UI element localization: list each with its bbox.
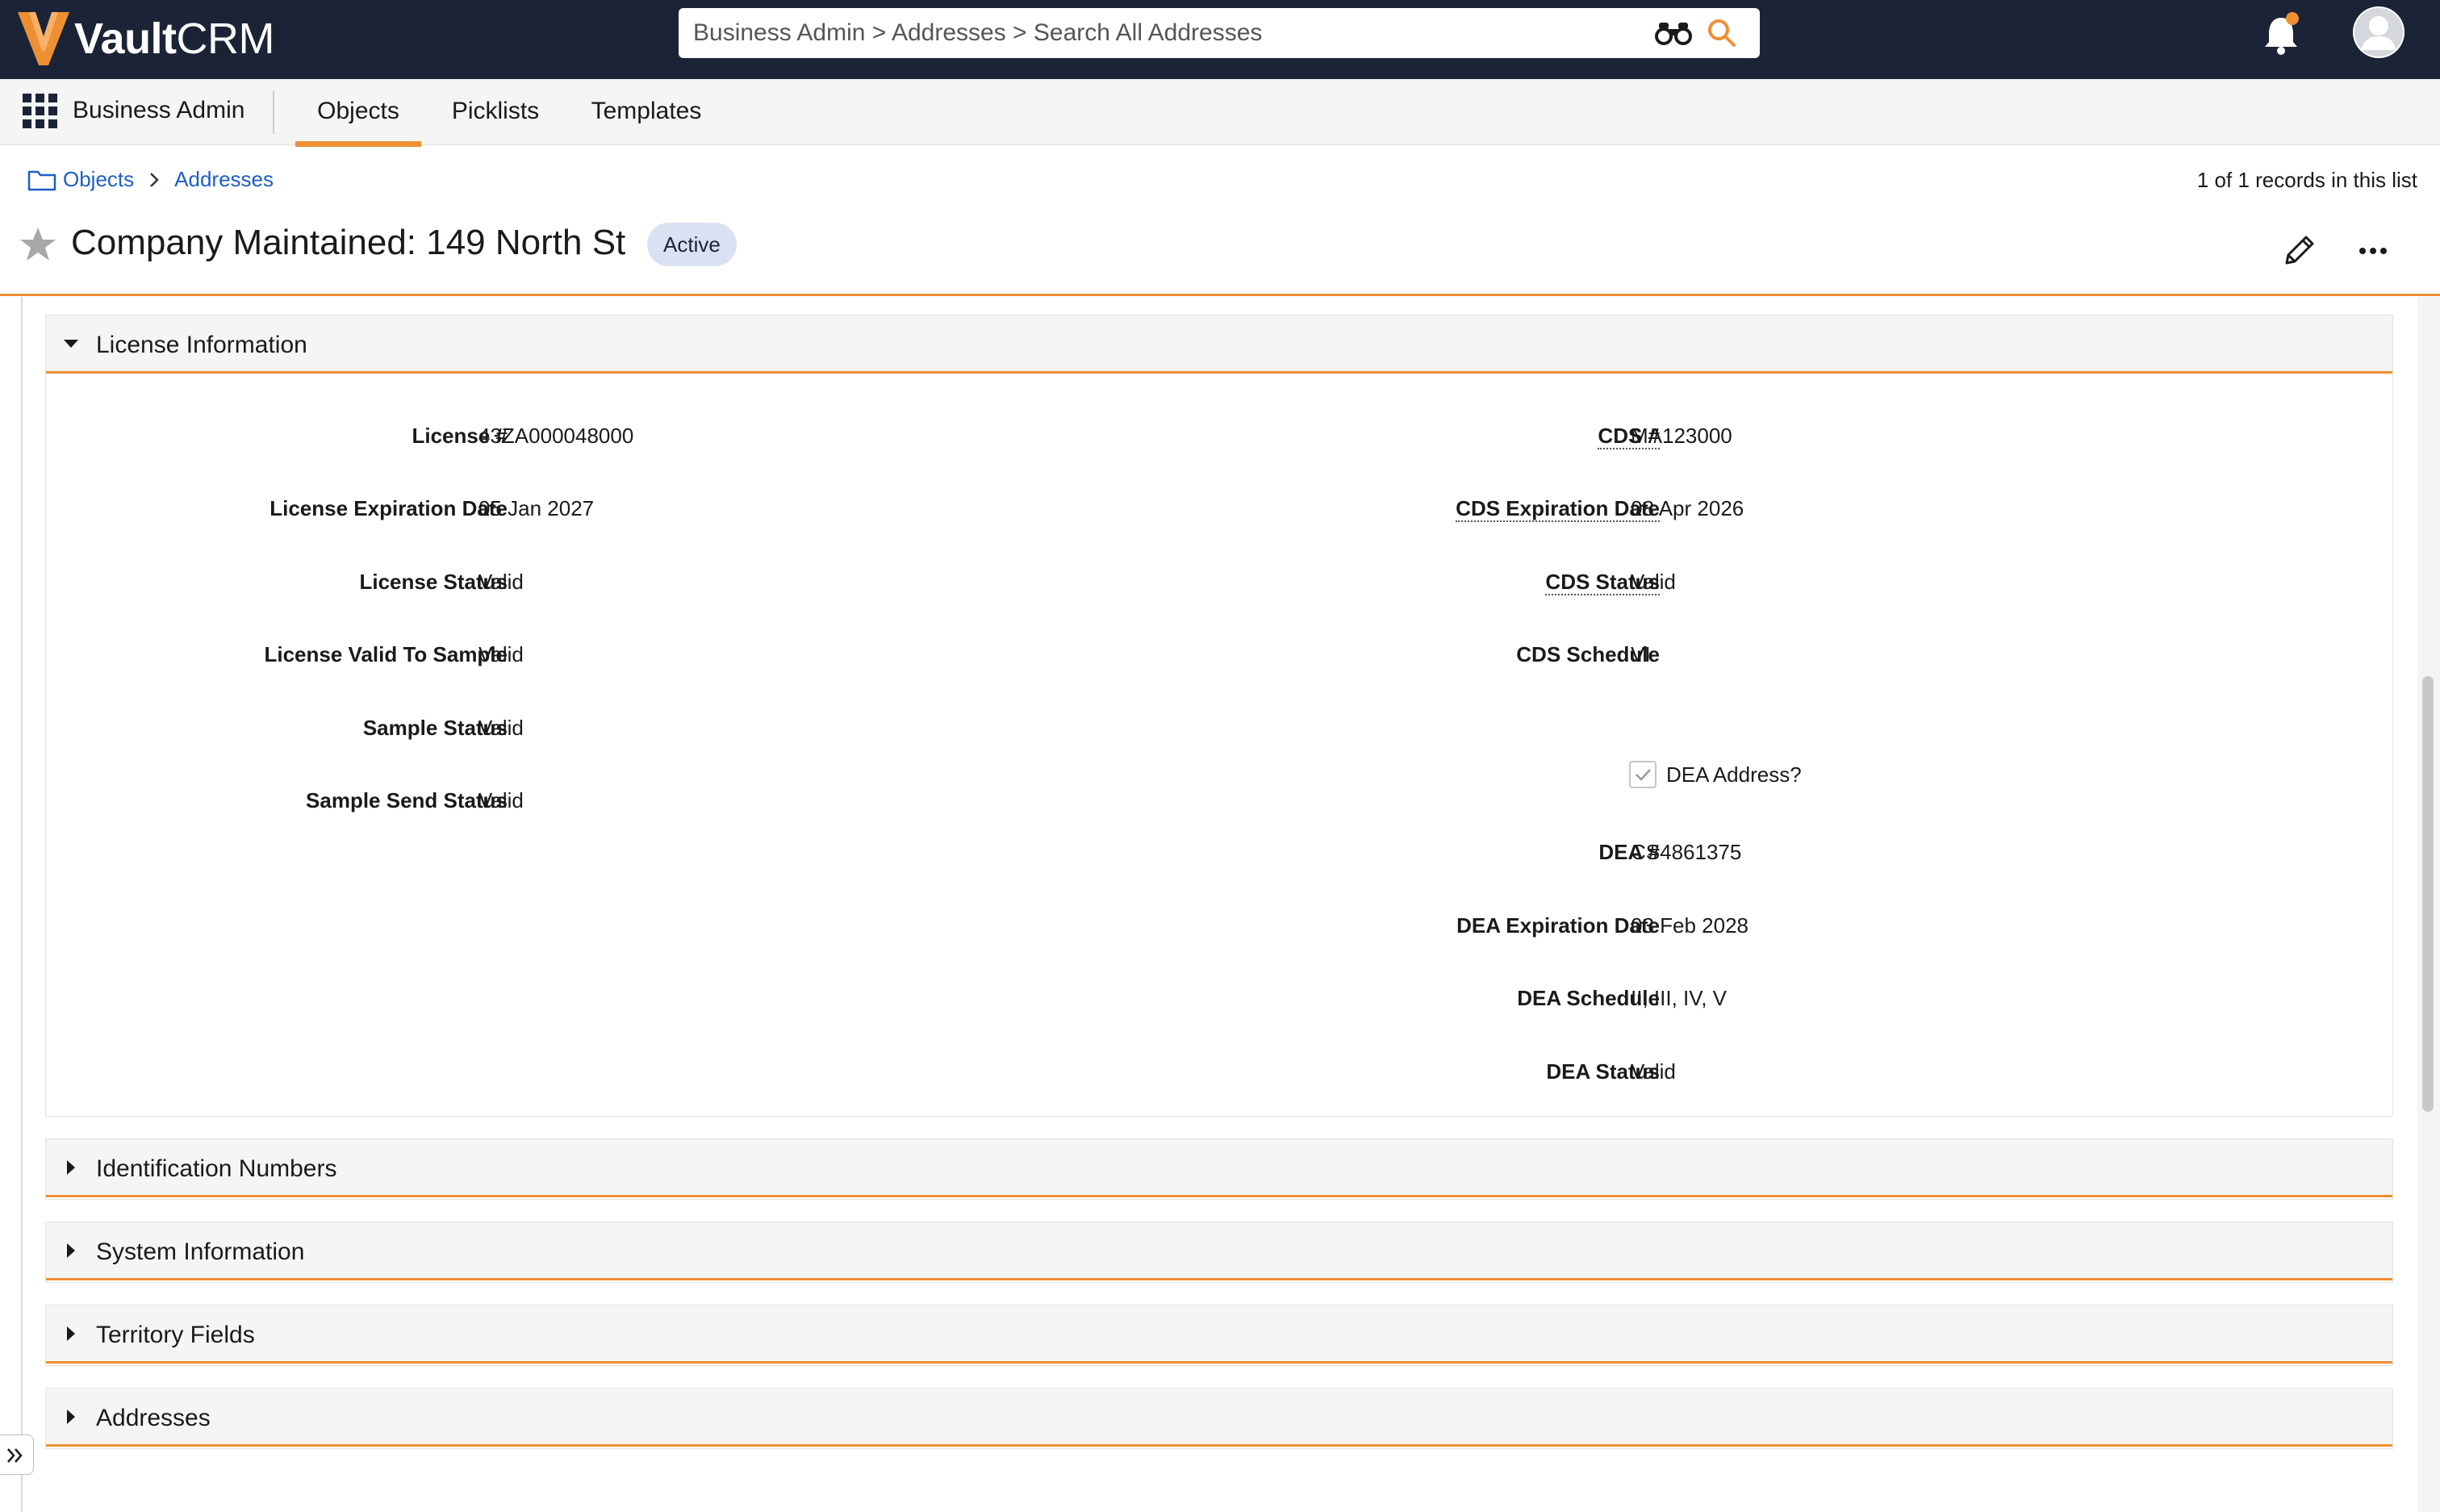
section-title: Identification Numbers bbox=[96, 1155, 337, 1182]
dea-address-checkbox[interactable] bbox=[1629, 761, 1657, 788]
bell-icon[interactable] bbox=[2261, 11, 2301, 56]
field-value-cds-schedule: VI bbox=[1631, 642, 1651, 666]
field-value-dea-schedule: II, III, IV, V bbox=[1631, 986, 1727, 1010]
field-value-dea-expiration-date: 03 Feb 2028 bbox=[1631, 913, 1749, 938]
tab-objects[interactable]: Objects bbox=[295, 79, 421, 147]
favorite-star-icon[interactable] bbox=[19, 226, 56, 263]
app-name: Business Admin bbox=[73, 97, 245, 123]
section-header-system-information[interactable]: System Information bbox=[46, 1222, 2392, 1280]
header-divider bbox=[0, 294, 2440, 296]
section-title: Territory Fields bbox=[96, 1322, 255, 1348]
record-count: 1 of 1 records in this list bbox=[2196, 168, 2417, 192]
field-value-cds-expiration-date: 08 Apr 2026 bbox=[1631, 496, 1744, 520]
field-value-dea-number: CS4861375 bbox=[1631, 840, 1742, 864]
section-header-addresses[interactable]: Addresses bbox=[46, 1389, 2392, 1447]
field-value-license-number: 43ZA000048000 bbox=[478, 424, 634, 448]
section-territory-fields: Territory Fields bbox=[45, 1305, 2393, 1366]
caret-right-icon bbox=[67, 1243, 75, 1258]
section-system-information: System Information bbox=[45, 1222, 2393, 1283]
section-title: Addresses bbox=[96, 1405, 211, 1431]
field-label-dea-expiration-date: DEA Expiration Date bbox=[1456, 913, 1660, 938]
binoculars-icon[interactable] bbox=[1654, 19, 1693, 47]
status-badge: Active bbox=[647, 223, 737, 266]
breadcrumb: Objects Addresses bbox=[27, 167, 274, 192]
field-value-sample-send-status: Valid bbox=[478, 788, 524, 812]
breadcrumb-addresses-link[interactable]: Addresses bbox=[174, 167, 274, 192]
section-license-information: License Information License # 43ZA000048… bbox=[45, 315, 2393, 1117]
top-header: VaultCRM bbox=[0, 0, 2440, 79]
field-value-license-status: Valid bbox=[478, 570, 524, 594]
more-actions-icon[interactable] bbox=[2358, 245, 2388, 257]
page-title: Company Maintained: 149 North St bbox=[71, 223, 626, 262]
tab-picklists[interactable]: Picklists bbox=[441, 79, 550, 144]
app-launcher-grid-icon[interactable] bbox=[23, 94, 58, 129]
edit-pencil-icon[interactable] bbox=[2280, 232, 2317, 269]
left-panel-rail bbox=[21, 297, 23, 1512]
tab-templates[interactable]: Templates bbox=[579, 79, 713, 144]
user-avatar-icon[interactable] bbox=[2353, 6, 2404, 58]
dea-address-label: DEA Address? bbox=[1666, 762, 1802, 787]
field-value-cds-status: Valid bbox=[1631, 570, 1676, 594]
caret-right-icon bbox=[67, 1326, 75, 1341]
folder-icon bbox=[27, 170, 56, 190]
vault-v-logo-icon bbox=[18, 12, 69, 65]
expand-side-panel-button[interactable] bbox=[0, 1435, 34, 1475]
field-value-license-expiration-date: 05 Jan 2027 bbox=[478, 496, 595, 520]
section-header-identification-numbers[interactable]: Identification Numbers bbox=[46, 1139, 2392, 1197]
global-search-input[interactable] bbox=[693, 8, 1645, 58]
scrollbar-thumb[interactable] bbox=[2422, 676, 2434, 1112]
field-label-license-expiration-date: License Expiration Date bbox=[269, 496, 508, 520]
global-search-box[interactable] bbox=[679, 8, 1760, 58]
field-value-license-valid-to-sample: Valid bbox=[478, 642, 524, 666]
field-value-sample-status: Valid bbox=[478, 716, 524, 740]
section-addresses: Addresses bbox=[45, 1388, 2393, 1449]
section-header-territory-fields[interactable]: Territory Fields bbox=[46, 1305, 2392, 1364]
caret-right-icon bbox=[67, 1410, 75, 1424]
section-title: License Information bbox=[96, 332, 307, 358]
section-header-license-information[interactable]: License Information bbox=[46, 315, 2392, 374]
vault-crm-logo[interactable]: VaultCRM bbox=[18, 6, 275, 71]
field-value-cds-number: MA123000 bbox=[1631, 424, 1732, 448]
section-identification-numbers: Identification Numbers bbox=[45, 1138, 2393, 1200]
app-nav-bar: Business Admin Objects Picklists Templat… bbox=[0, 79, 2440, 147]
caret-right-icon bbox=[67, 1160, 75, 1175]
chevron-right-icon bbox=[150, 172, 159, 187]
section-title: System Information bbox=[96, 1238, 305, 1265]
caret-down-icon bbox=[64, 340, 78, 348]
field-label-sample-send-status: Sample Send Status bbox=[306, 788, 508, 812]
double-chevron-right-icon bbox=[7, 1448, 23, 1463]
field-label-license-valid-to-sample: License Valid To Sample bbox=[264, 642, 508, 666]
field-label-cds-expiration-date: CDS Expiration Date bbox=[1456, 496, 1660, 522]
notification-dot bbox=[2286, 12, 2299, 25]
nav-divider bbox=[273, 90, 274, 134]
breadcrumb-objects-link[interactable]: Objects bbox=[63, 167, 134, 192]
checkmark-icon bbox=[1636, 769, 1651, 781]
field-value-dea-status: Valid bbox=[1631, 1059, 1676, 1084]
logo-wordmark: VaultCRM bbox=[74, 15, 275, 63]
search-icon[interactable] bbox=[1707, 18, 1737, 48]
